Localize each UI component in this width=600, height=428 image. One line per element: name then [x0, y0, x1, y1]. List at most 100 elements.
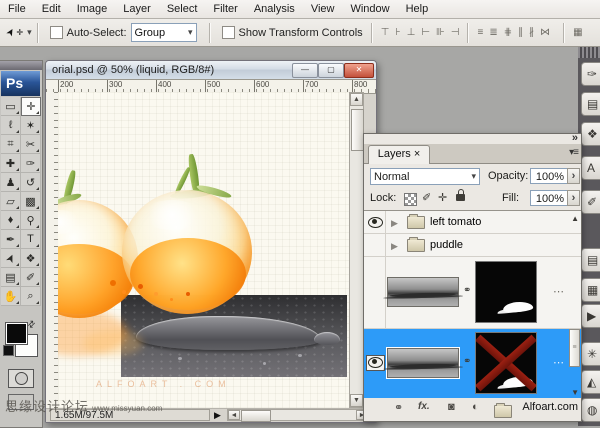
dock-info-panel-button[interactable]: ▤ [581, 248, 600, 272]
dock-actions-panel-button[interactable]: ▶ [581, 304, 600, 328]
align-left-icon[interactable]: ⊢ [421, 27, 430, 38]
layer-name[interactable]: left tomato [430, 216, 481, 228]
maximize-button[interactable]: ▢ [318, 63, 344, 78]
add-layer-mask-icon[interactable]: ◙ [448, 401, 455, 413]
rectangular-marquee-tool[interactable]: ▭ [1, 97, 21, 116]
disabled-layer-mask-thumbnail[interactable] [475, 332, 537, 394]
adjustment-layer-icon[interactable]: ◐ [472, 401, 479, 413]
panel-scroll-thumb[interactable]: ≡ [569, 329, 580, 367]
document-title-bar[interactable]: orial.psd @ 50% (liquid, RGB/8#) — ▢ ✕ [46, 61, 376, 79]
expand-triangle-icon[interactable]: ▶ [391, 218, 398, 229]
scroll-up-icon[interactable]: ▲ [350, 93, 363, 106]
auto-select-checkbox[interactable] [50, 26, 63, 39]
canvas[interactable]: ALFOART . COM [58, 92, 349, 408]
menu-select[interactable]: Select [159, 3, 206, 15]
visibility-column[interactable] [364, 211, 386, 233]
auto-select-dropdown[interactable]: Group ▾ [131, 23, 197, 42]
menu-filter[interactable]: Filter [205, 3, 245, 15]
layer-row-selected-water[interactable]: ⚭ ⋯ [364, 329, 581, 399]
link-layers-icon[interactable]: ⚭ [394, 401, 403, 414]
show-transform-checkbox[interactable] [222, 26, 235, 39]
blur-tool[interactable]: ♦ [1, 211, 21, 230]
horizontal-scrollbar[interactable]: ◄ ► [227, 409, 369, 421]
dodge-tool[interactable]: ⚲ [21, 211, 41, 230]
default-colors-icon[interactable] [3, 345, 14, 356]
opacity-value[interactable]: 100% [530, 168, 568, 184]
dock-histogram-panel-button[interactable]: ▦ [581, 278, 600, 302]
horizontal-scroll-thumb[interactable] [241, 410, 271, 422]
layer-row-puddle[interactable]: ▶ puddle [364, 234, 581, 257]
menu-help[interactable]: Help [398, 3, 437, 15]
lock-transparency-icon[interactable] [404, 193, 417, 206]
scroll-down-icon[interactable]: ▼ [350, 394, 363, 407]
layer-row-left-tomato[interactable]: ▶ left tomato ▲ [364, 211, 581, 234]
lock-all-icon[interactable] [456, 194, 465, 201]
visibility-column[interactable] [364, 234, 386, 256]
toolbox-title-bar[interactable] [0, 61, 42, 70]
align-top-icon[interactable]: ⊤ [381, 27, 390, 38]
align-bottom-icon[interactable]: ⊥ [407, 27, 416, 38]
layer-mask-thumbnail[interactable] [475, 261, 537, 323]
dock-palette-panel-button[interactable]: ◍ [581, 398, 600, 422]
zoom-tool[interactable]: ⌕ [21, 287, 41, 306]
distribute-bottom-icon[interactable]: ⋕ [504, 27, 512, 38]
lasso-tool[interactable]: ℓ [1, 116, 21, 135]
foreground-color-swatch[interactable] [6, 323, 27, 344]
menu-analysis[interactable]: Analysis [246, 3, 303, 15]
layer-thumbnail[interactable] [387, 348, 459, 378]
dock-navigator-panel-button[interactable]: ◭ [581, 370, 600, 394]
type-tool[interactable]: T [21, 230, 41, 249]
collapse-dock-icon[interactable]: » [572, 132, 578, 144]
healing-brush-tool[interactable]: ✚ [1, 154, 21, 173]
distribute-right-icon[interactable]: ⋈ [540, 27, 550, 38]
swap-colors-icon[interactable]: ⇄ [25, 318, 38, 331]
opacity-spinner-icon[interactable]: › [567, 168, 580, 184]
magic-wand-tool[interactable]: ✶ [21, 116, 41, 135]
mask-link-icon[interactable]: ⚭ [463, 285, 471, 296]
shape-tool[interactable]: ❖ [21, 249, 41, 268]
panel-menu-icon[interactable]: ▾≡ [569, 147, 578, 158]
distribute-middle-icon[interactable]: ≣ [489, 27, 497, 38]
align-middle-icon[interactable]: ⊦ [395, 27, 400, 38]
dock-color-panel-button[interactable]: ✐ [581, 190, 600, 214]
dock-swatches-panel-button[interactable]: ❖ [581, 122, 600, 146]
menu-layer[interactable]: Layer [115, 3, 159, 15]
visibility-eye-icon[interactable] [368, 217, 383, 228]
vertical-scrollbar[interactable]: ▲ ▼ [349, 92, 364, 408]
clone-stamp-tool[interactable]: ♟ [1, 173, 21, 192]
dock-filter-panel-button[interactable]: ✳ [581, 342, 600, 366]
tab-layers[interactable]: Layers × [368, 145, 430, 164]
align-center-icon[interactable]: ⊪ [436, 27, 445, 38]
visibility-chip[interactable] [366, 355, 385, 371]
gradient-tool[interactable]: ▩ [21, 192, 41, 211]
mask-link-icon[interactable]: ⚭ [463, 356, 471, 367]
new-group-icon[interactable] [494, 405, 512, 418]
scroll-left-icon[interactable]: ◄ [228, 410, 240, 420]
menu-image[interactable]: Image [69, 3, 116, 15]
slice-tool[interactable]: ✂ [21, 135, 41, 154]
fill-value[interactable]: 100% [530, 190, 568, 206]
expand-triangle-icon[interactable]: ▶ [391, 241, 398, 252]
lock-position-icon[interactable]: ✛ [438, 191, 447, 204]
distribute-top-icon[interactable]: ≡ [477, 27, 483, 38]
layer-row-water-texture[interactable]: ⚭ ⋯ [364, 257, 581, 329]
hand-tool[interactable]: ✋ [1, 287, 21, 306]
history-brush-tool[interactable]: ↺ [21, 173, 41, 192]
menu-edit[interactable]: Edit [34, 3, 69, 15]
distribute-center-icon[interactable]: ∦ [529, 27, 534, 38]
layer-name[interactable]: puddle [430, 239, 463, 251]
layer-thumbnail[interactable] [387, 277, 459, 307]
dock-brush-panel-button[interactable]: ✑ [581, 62, 600, 86]
panel-scroll-down-icon[interactable]: ▼ [571, 388, 579, 397]
eraser-tool[interactable]: ▱ [1, 192, 21, 211]
move-tool[interactable]: ✛ [21, 97, 41, 116]
notes-tool[interactable]: ▤ [1, 268, 21, 287]
visibility-eye-icon[interactable] [368, 357, 383, 368]
menu-file[interactable]: File [0, 3, 34, 15]
layer-style-fx-icon[interactable]: fx. [418, 401, 430, 412]
dock-grip[interactable] [578, 46, 600, 58]
visibility-column[interactable] [364, 257, 386, 328]
fill-spinner-icon[interactable]: › [567, 190, 580, 206]
menu-window[interactable]: Window [342, 3, 397, 15]
layers-tab-close-icon[interactable]: × [414, 148, 420, 160]
